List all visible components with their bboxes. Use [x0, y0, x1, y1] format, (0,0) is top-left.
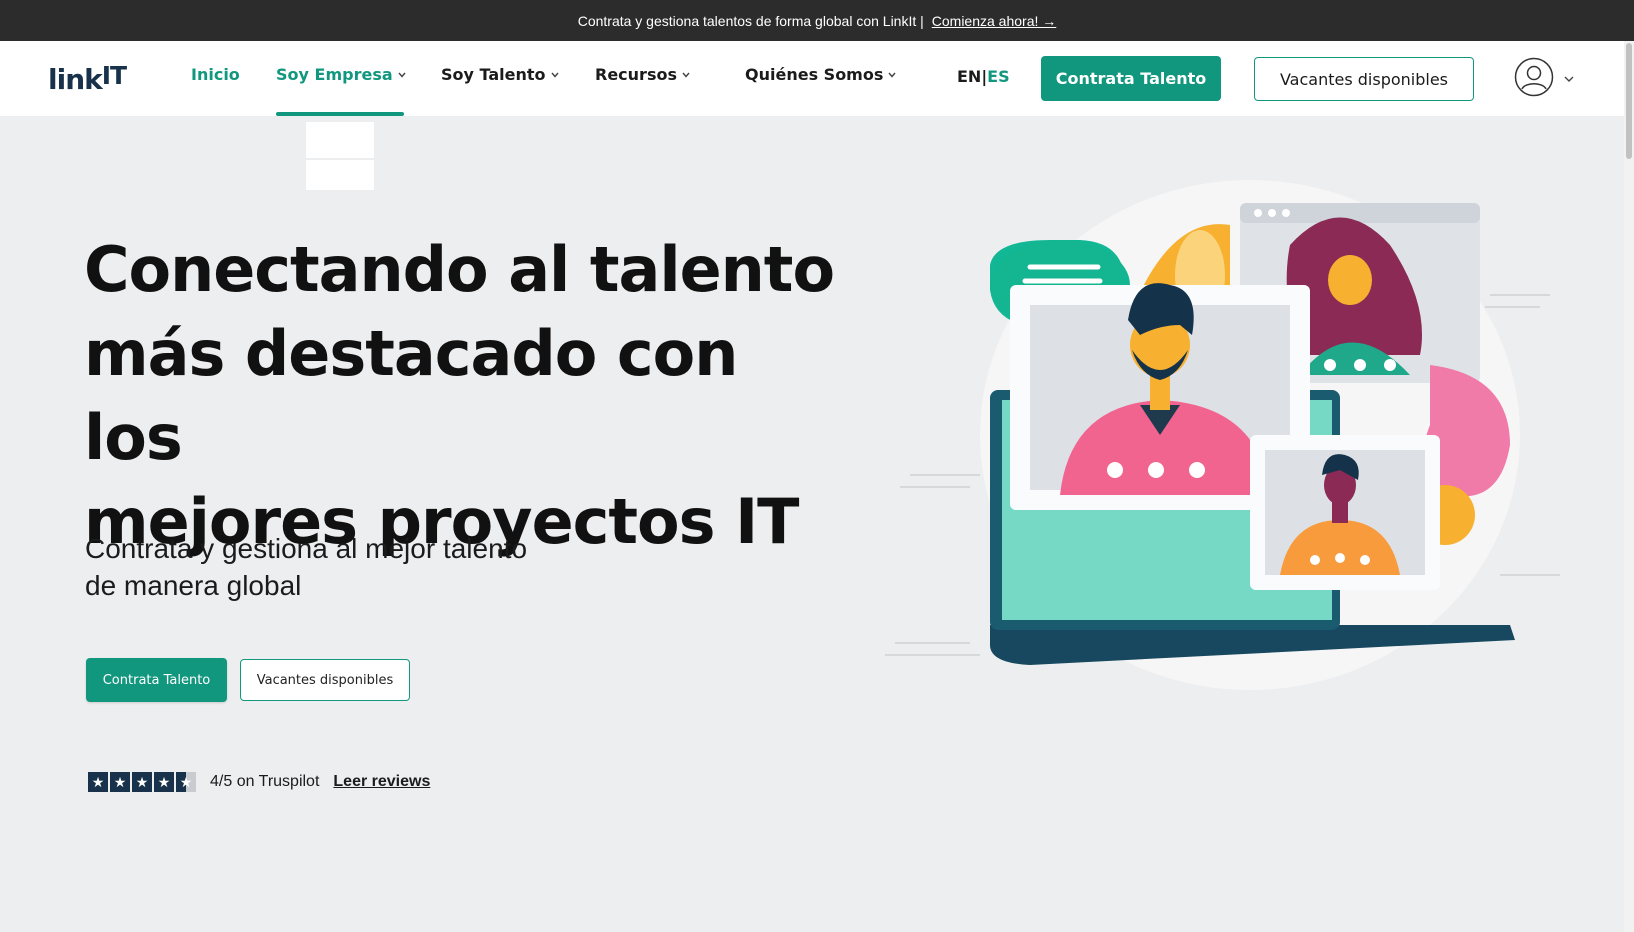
rating-text: 4/5 on Truspilot: [210, 773, 320, 790]
half-star-icon: ★: [176, 772, 196, 792]
announcement-bar: Contrata y gestiona talentos de forma gl…: [0, 0, 1634, 41]
nav-item-quienes-somos[interactable]: Quiénes Somos: [745, 65, 897, 84]
hero-subtitle: Contrata y gestiona al mejor talento de …: [85, 530, 605, 604]
nav-item-label: Quiénes Somos: [745, 65, 884, 84]
nav-item-label: Soy Talento: [441, 65, 546, 84]
rating-stars: ★ ★ ★ ★ ★: [88, 772, 196, 792]
star-icon: ★: [154, 772, 174, 792]
active-tab-indicator: [276, 112, 404, 116]
nav-item-inicio[interactable]: Inicio: [191, 65, 240, 84]
nav-item-recursos[interactable]: Recursos: [595, 65, 691, 84]
star-icon: ★: [110, 772, 130, 792]
hero-vacantes-button[interactable]: Vacantes disponibles: [240, 659, 410, 701]
leer-reviews-link[interactable]: Leer reviews: [333, 773, 430, 791]
announcement-link[interactable]: Comienza ahora! →: [932, 13, 1057, 29]
top-navigation: linkIT Inicio Soy Empresa Soy Talento Re…: [0, 41, 1634, 116]
trustpilot-rating: ★ ★ ★ ★ ★ 4/5 on Truspilot Leer reviews: [88, 772, 430, 792]
hero-contrata-talento-button[interactable]: Contrata Talento: [86, 658, 227, 702]
nav-vacantes-button[interactable]: Vacantes disponibles: [1254, 57, 1474, 101]
dropdown-placeholder: [306, 122, 374, 158]
user-avatar-icon[interactable]: [1514, 57, 1554, 97]
video-call-illustration: [885, 180, 1560, 690]
announcement-text: Contrata y gestiona talentos de forma gl…: [577, 12, 924, 29]
linkit-logo[interactable]: linkIT: [48, 61, 127, 96]
lang-es[interactable]: ES: [987, 67, 1009, 86]
chevron-down-icon[interactable]: [1563, 74, 1575, 84]
nav-item-label: Recursos: [595, 65, 677, 84]
subtitle-line: Contrata y gestiona al mejor talento: [85, 533, 528, 564]
page-scrollbar[interactable]: [1624, 41, 1634, 932]
chevron-down-icon: [550, 72, 559, 78]
headline-line: Conectando al talento: [84, 233, 835, 306]
headline-line: más destacado con los: [84, 317, 738, 474]
dropdown-placeholder: [306, 160, 374, 190]
nav-item-soy-empresa[interactable]: Soy Empresa: [276, 65, 407, 84]
nav-item-soy-talento[interactable]: Soy Talento: [441, 65, 560, 84]
subtitle-line: de manera global: [85, 570, 302, 601]
nav-contrata-talento-button[interactable]: Contrata Talento: [1041, 56, 1221, 101]
star-icon: ★: [132, 772, 152, 792]
logo-it-text: IT: [101, 61, 127, 90]
scrollbar-thumb[interactable]: [1626, 43, 1632, 159]
language-switcher: EN|ES: [957, 67, 1010, 86]
star-icon: ★: [88, 772, 108, 792]
lang-en[interactable]: EN: [957, 67, 981, 86]
logo-link-text: link: [48, 63, 103, 96]
nav-item-label: Soy Empresa: [276, 65, 393, 84]
nav-item-label: Inicio: [191, 65, 240, 84]
hero-headline: Conectando al talento más destacado con …: [84, 228, 844, 564]
chevron-down-icon: [682, 72, 690, 78]
chevron-down-icon: [398, 72, 406, 78]
chevron-down-icon: [888, 72, 896, 78]
